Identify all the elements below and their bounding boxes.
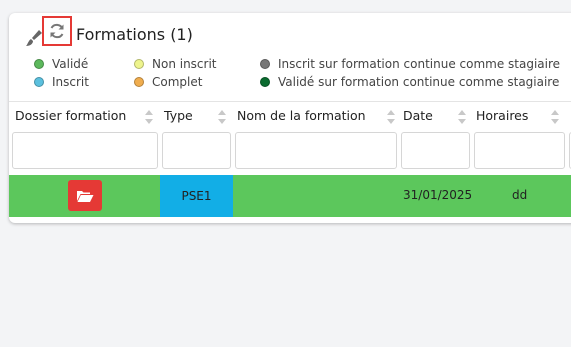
divider (9, 101, 571, 102)
sort-icon[interactable] (387, 110, 395, 124)
filter-nom-input[interactable] (235, 132, 397, 169)
status-dot-icon (34, 59, 44, 69)
legend-valide: Validé (34, 57, 88, 71)
column-header-nom[interactable]: Nom de la formation (237, 108, 366, 123)
column-header-horaires[interactable]: Horaires (476, 108, 528, 123)
refresh-button[interactable] (42, 16, 72, 46)
open-dossier-button[interactable] (68, 180, 102, 211)
page-title: Formations (1) (76, 25, 193, 44)
legend-inscrit-continue: Inscrit sur formation continue comme sta… (260, 57, 560, 71)
formations-panel: Formations (1) Validé Non inscrit Inscri… (9, 13, 571, 223)
title-count: (1) (170, 25, 193, 44)
status-dot-icon (134, 77, 144, 87)
type-value: PSE1 (181, 189, 212, 203)
column-header-type[interactable]: Type (164, 108, 193, 123)
status-dot-icon (260, 59, 270, 69)
legend-complet: Complet (134, 75, 202, 89)
column-header-date[interactable]: Date (403, 108, 433, 123)
type-cell: PSE1 (160, 175, 233, 217)
legend-label: Validé sur formation continue comme stag… (278, 75, 560, 89)
sort-icon[interactable] (458, 110, 466, 124)
legend-valide-continue: Validé sur formation continue comme stag… (260, 75, 559, 89)
filter-horaires-input[interactable] (474, 132, 565, 169)
sort-icon[interactable] (145, 110, 153, 124)
status-dot-icon (34, 77, 44, 87)
title-text: Formations (76, 25, 166, 44)
filter-type-input[interactable] (162, 132, 231, 169)
date-cell: 31/01/2025 (403, 188, 473, 202)
legend-label: Inscrit sur formation continue comme sta… (278, 57, 561, 71)
legend-inscrit: Inscrit (34, 75, 89, 89)
folder-open-icon (77, 190, 94, 202)
legend-label: Inscrit (52, 75, 89, 89)
sort-icon[interactable] (218, 110, 226, 124)
column-header-dossier[interactable]: Dossier formation (15, 108, 126, 123)
status-dot-icon (134, 59, 144, 69)
filter-dossier-input[interactable] (12, 132, 158, 169)
sort-icon[interactable] (551, 110, 559, 124)
filter-date-input[interactable] (401, 132, 470, 169)
legend-label: Non inscrit (152, 57, 217, 71)
horaires-cell: dd (512, 188, 528, 202)
brush-icon[interactable] (25, 29, 43, 47)
legend-label: Complet (152, 75, 203, 89)
status-dot-icon (260, 77, 270, 87)
legend-label: Validé (52, 57, 89, 71)
refresh-icon (50, 23, 64, 39)
legend-non-inscrit: Non inscrit (134, 57, 217, 71)
